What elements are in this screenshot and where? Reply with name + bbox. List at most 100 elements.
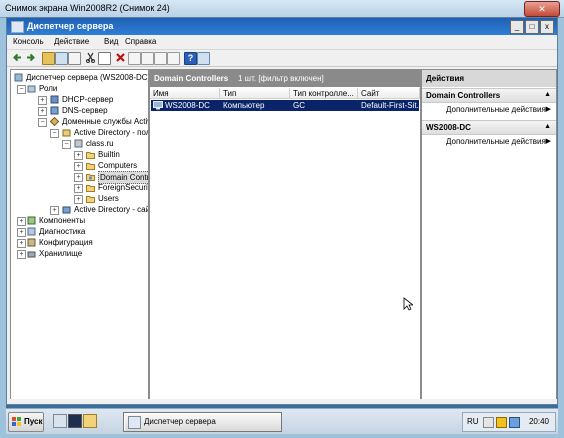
result-subtitle: 1 шт. [фильтр включен]	[238, 74, 324, 83]
minimize-button[interactable]: _	[510, 20, 524, 34]
expand-toggle[interactable]: +	[17, 217, 26, 226]
features-icon	[27, 216, 36, 225]
tree-item-features[interactable]: + Компоненты	[12, 215, 146, 226]
computer-icon	[153, 101, 163, 110]
aduc-icon	[62, 129, 71, 137]
column-header-site[interactable]: Сайт	[358, 88, 420, 99]
tree-item-builtin[interactable]: + Builtin	[12, 149, 146, 160]
copy-icon[interactable]	[98, 52, 111, 65]
expand-toggle[interactable]: +	[74, 173, 83, 182]
tree-item-domain[interactable]: − class.ru	[12, 138, 146, 149]
folder-icon	[86, 185, 95, 192]
tree-item-dhcp[interactable]: + DHCP-сервер	[12, 94, 146, 105]
adds-icon	[50, 117, 59, 126]
actions-pane: Действия Domain Controllers ▲ Дополнител…	[421, 69, 557, 402]
result-pane: Domain Controllers 1 шт. [фильтр включен…	[149, 69, 421, 402]
refresh-icon[interactable]	[141, 52, 154, 65]
expand-toggle[interactable]: +	[17, 228, 26, 237]
language-indicator[interactable]: RU	[467, 417, 479, 426]
tree-item-adds[interactable]: − Доменные службы Active	[12, 116, 148, 127]
tree-item-users[interactable]: + Users	[12, 193, 146, 204]
properties-icon[interactable]	[68, 52, 81, 65]
expand-toggle[interactable]: +	[50, 206, 59, 215]
actions-section-ws2008-dc[interactable]: WS2008-DC ▲	[422, 120, 556, 135]
volume-icon[interactable]	[509, 417, 520, 428]
submenu-arrow-icon: ▶	[545, 106, 551, 113]
clock[interactable]: 20:40	[529, 417, 549, 426]
expand-toggle[interactable]: +	[38, 107, 47, 116]
tree-item-computers[interactable]: + Computers	[12, 160, 146, 171]
expand-toggle[interactable]: +	[17, 250, 26, 259]
expand-toggle[interactable]: +	[74, 184, 83, 193]
powershell-quicklaunch-icon[interactable]	[68, 414, 82, 428]
expand-toggle[interactable]: +	[74, 162, 83, 171]
tree-item-ad-sites[interactable]: + Active Directory - сайты	[12, 204, 148, 215]
export-list-icon[interactable]	[154, 52, 167, 65]
mouse-cursor-icon	[403, 297, 413, 311]
collapse-toggle[interactable]: −	[62, 140, 71, 149]
action-more-actions[interactable]: Дополнительные действия ▶	[422, 104, 556, 115]
help-icon[interactable]: ?	[184, 52, 197, 65]
actions-section-domain-controllers[interactable]: Domain Controllers ▲	[422, 88, 556, 103]
expand-toggle[interactable]: +	[74, 195, 83, 204]
column-header-type[interactable]: Тип	[220, 88, 290, 99]
server-manager-quicklaunch-icon[interactable]	[53, 414, 67, 428]
show-hide-tree-icon[interactable]	[55, 52, 68, 65]
maximize-button[interactable]: □	[525, 20, 539, 34]
tree-item-foreign-security[interactable]: + ForeignSecurity	[12, 182, 148, 193]
taskbar-button-server-manager[interactable]: Диспетчер сервера	[123, 412, 282, 432]
tree-item-storage[interactable]: + Хранилище	[12, 248, 146, 259]
tree-item-roles[interactable]: − Роли	[12, 83, 146, 94]
result-title: Domain Controllers	[154, 74, 229, 83]
dns-icon	[50, 106, 59, 115]
collapse-toggle[interactable]: −	[38, 118, 47, 127]
properties-page-icon[interactable]	[128, 52, 141, 65]
host-titlebar: Снимок экрана Win2008R2 (Снимок 24) ✕	[0, 0, 564, 18]
host-close-button[interactable]: ✕	[524, 1, 560, 17]
column-header-dc-type[interactable]: Тип контролле...	[290, 88, 358, 99]
dhcp-icon	[50, 95, 59, 104]
cut-icon[interactable]	[85, 52, 96, 63]
show-action-pane-icon[interactable]	[197, 52, 210, 65]
menu-console[interactable]: Консоль	[13, 37, 44, 46]
tree-item-dns[interactable]: + DNS-сервер	[12, 105, 146, 116]
server-manager-icon	[128, 416, 141, 429]
tree-item-aduc[interactable]: − Active Directory - поль	[12, 127, 148, 138]
tree-item-diagnostics[interactable]: + Диагностика	[12, 226, 146, 237]
expand-toggle[interactable]: +	[74, 151, 83, 160]
window-titlebar[interactable]: Диспетчер сервера _ □ x	[7, 18, 557, 35]
collapse-toggle[interactable]: −	[50, 129, 59, 138]
up-level-icon[interactable]	[42, 52, 55, 65]
action-center-icon[interactable]	[496, 417, 507, 428]
menu-action[interactable]: Действие	[54, 37, 89, 46]
start-button[interactable]: Пуск	[8, 412, 44, 432]
table-row[interactable]: WS2008-DC Компьютер GC Default-First-Sit…	[151, 100, 419, 111]
collapse-caret-icon[interactable]: ▲	[544, 123, 551, 130]
system-tray: RU 20:40	[462, 412, 556, 432]
expand-toggle[interactable]: +	[17, 239, 26, 248]
close-button[interactable]: x	[540, 20, 554, 34]
import-icon[interactable]	[167, 52, 180, 65]
tree-item-server-manager[interactable]: Диспетчер сервера (WS2008-DC)	[12, 72, 148, 83]
cell-dc-type: GC	[293, 101, 305, 110]
menu-help[interactable]: Справка	[125, 37, 156, 46]
roles-icon	[27, 85, 36, 93]
forward-icon[interactable]	[25, 52, 36, 63]
column-header-name[interactable]: Имя	[150, 88, 220, 99]
tree-item-configuration[interactable]: + Конфигурация	[12, 237, 146, 248]
toolbar: ?	[7, 50, 557, 67]
delete-icon[interactable]	[115, 52, 126, 63]
expand-toggle[interactable]: +	[38, 96, 47, 105]
collapse-caret-icon[interactable]: ▲	[544, 91, 551, 98]
tree-item-domain-controllers[interactable]: + Domain Control	[12, 171, 148, 184]
storage-icon	[27, 251, 36, 258]
explorer-quicklaunch-icon[interactable]	[83, 414, 97, 428]
collapse-toggle[interactable]: −	[17, 85, 26, 94]
actions-title: Действия	[426, 74, 465, 83]
back-icon[interactable]	[12, 52, 23, 63]
actions-header: Действия	[422, 70, 556, 87]
network-icon[interactable]	[483, 417, 494, 428]
menu-view[interactable]: Вид	[104, 37, 118, 46]
section-title: WS2008-DC	[426, 123, 471, 132]
action-more-actions[interactable]: Дополнительные действия ▶	[422, 136, 556, 147]
